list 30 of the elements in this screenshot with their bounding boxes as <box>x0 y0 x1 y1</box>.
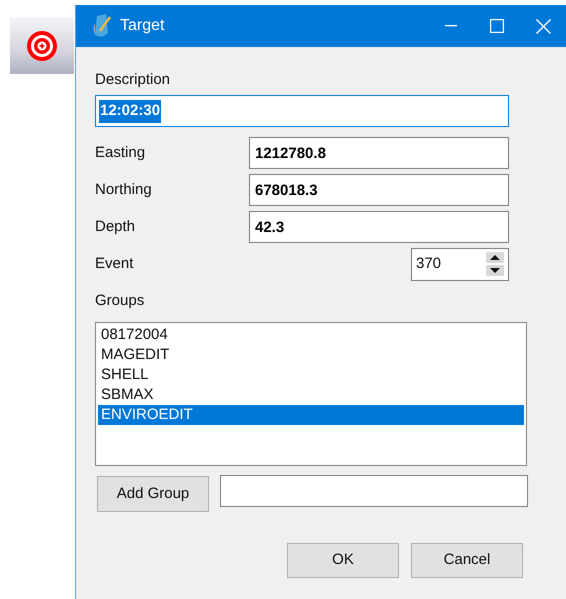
field-label: Easting <box>95 143 146 163</box>
group-item[interactable]: SBMAX <box>98 384 524 405</box>
window-title: Target <box>120 16 164 36</box>
app-icon <box>92 13 112 39</box>
spin-arrows-icon <box>486 252 504 276</box>
description-label: Description <box>95 70 172 90</box>
group-item[interactable]: 08172004 <box>98 324 524 345</box>
cancel-button[interactable]: Cancel <box>411 542 523 578</box>
group-item[interactable]: ENVIROEDIT <box>98 404 524 425</box>
target-tool-button[interactable] <box>10 17 74 74</box>
field-label: Northing <box>95 180 153 200</box>
event-value: 370 <box>416 254 442 274</box>
group-item[interactable]: SHELL <box>98 364 524 385</box>
event-spinner[interactable]: 370 <box>411 248 509 281</box>
minimize-icon <box>445 25 457 27</box>
groups-label: Groups <box>95 291 146 312</box>
value-field[interactable]: 1212780.8 <box>249 137 509 170</box>
close-icon <box>536 18 550 34</box>
target-icon <box>25 28 59 62</box>
maximize-icon <box>490 19 504 33</box>
field-label: Depth <box>95 217 136 237</box>
group-item[interactable]: MAGEDIT <box>98 344 524 365</box>
description-field[interactable]: 12:02:30 <box>95 95 509 128</box>
value-field[interactable]: 42.3 <box>249 211 509 244</box>
groups-list[interactable]: 08172004 MAGEDIT SHELL SBMAX ENVIROEDIT <box>95 322 527 466</box>
value-field[interactable]: 678018.3 <box>249 174 509 206</box>
add-group-button[interactable]: Add Group <box>97 476 209 512</box>
event-label: Event <box>95 254 134 274</box>
group-name-field[interactable] <box>220 474 528 507</box>
ok-button[interactable]: OK <box>287 542 399 578</box>
